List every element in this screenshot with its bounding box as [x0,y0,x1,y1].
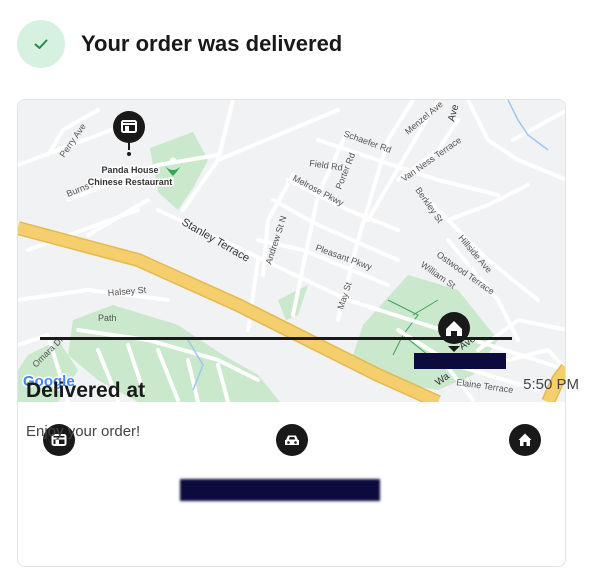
delivery-status-header: Your order was delivered [17,20,342,68]
page-title: Your order was delivered [81,31,343,56]
restaurant-name-line1: Panda House [101,165,158,175]
car-icon [276,424,308,456]
check-icon [17,20,65,68]
enjoy-message: Enjoy your order! [26,423,141,440]
delivered-at-label: Delivered at [26,379,146,402]
delivery-time: 5:50 PM [523,376,579,393]
progress-track [40,337,512,340]
redacted-address [180,479,380,501]
delivery-map[interactable]: Perry Ave Burns Ave Stanley Terrace Fiel… [18,100,565,402]
redacted-address [414,353,506,369]
restaurant-name-line2: Chinese Restaurant [88,177,173,187]
home-icon [509,424,541,456]
street-label-path: Path [98,313,117,323]
